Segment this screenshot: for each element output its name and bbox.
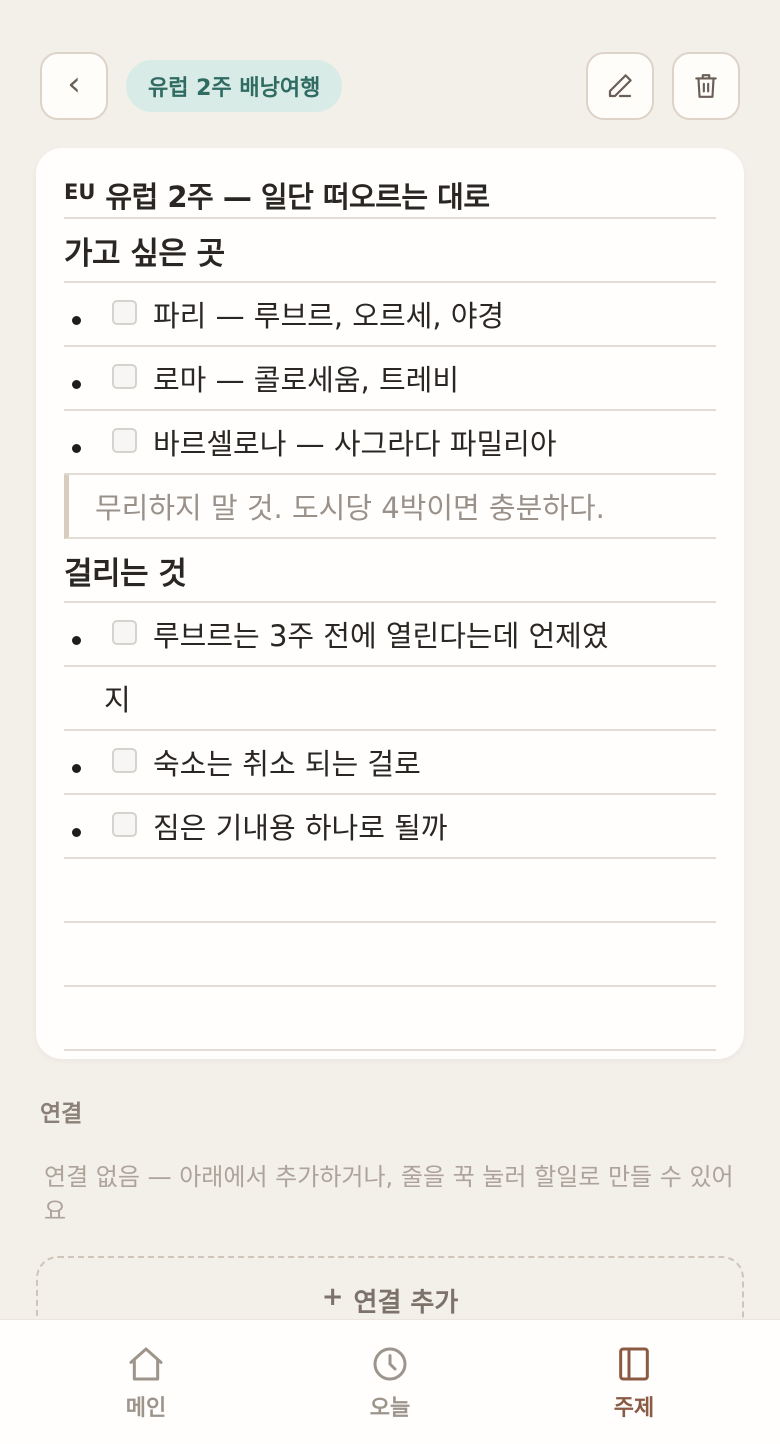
checkbox[interactable]: [112, 428, 137, 453]
chevron-left-icon: ‹: [67, 64, 81, 104]
home-icon: [129, 1347, 163, 1381]
topic-chip[interactable]: 유럽 2주 배낭여행: [126, 60, 343, 112]
delete-button[interactable]: [672, 52, 740, 120]
title-badge: EU: [64, 180, 96, 204]
bullet-icon: [72, 764, 81, 773]
empty-line[interactable]: [64, 923, 716, 987]
section-heading-row[interactable]: 걸리는 것: [64, 539, 716, 603]
bottom-nav: 메인 오늘 주제: [0, 1319, 780, 1444]
links-empty-text: 연결 없음 — 아래에서 추가하거나, 줄을 꾹 눌러 할일로 만들 수 있어요: [44, 1163, 734, 1225]
empty-line[interactable]: [64, 859, 716, 923]
checklist-item-continuation[interactable]: 지: [64, 667, 716, 731]
links-label: 연결: [40, 1101, 83, 1127]
trash-icon: [695, 74, 717, 98]
checklist-item-text: 짐은 기내용 하나로 될까: [153, 811, 448, 845]
checkbox[interactable]: [112, 812, 137, 837]
nav-item-label: 메인: [125, 1396, 167, 1421]
nav-item-label: 오늘: [369, 1396, 411, 1421]
section-heading: 가고 싶은 곳: [64, 235, 225, 272]
bullet-icon: [72, 316, 81, 325]
nav-item-main[interactable]: 메인: [86, 1344, 206, 1422]
nav-item-label: 주제: [613, 1396, 655, 1421]
checklist-item[interactable]: 숙소는 취소 되는 걸로: [64, 731, 716, 795]
checkbox[interactable]: [112, 748, 137, 773]
empty-line[interactable]: [64, 987, 716, 1051]
checklist-item-text: 로마 — 콜로세움, 트레비: [153, 363, 459, 397]
note-card[interactable]: EU 유럽 2주 — 일단 떠오르는 대로 가고 싶은 곳 파리 — 루브르, …: [36, 148, 744, 1059]
checkbox[interactable]: [112, 300, 137, 325]
section-heading-row[interactable]: 가고 싶은 곳: [64, 219, 716, 283]
checklist-item[interactable]: 바르셀로나 — 사그라다 파밀리아: [64, 411, 716, 475]
pencil-icon: [608, 74, 632, 98]
note-lines: EU 유럽 2주 — 일단 떠오르는 대로 가고 싶은 곳 파리 — 루브르, …: [64, 174, 716, 1051]
bullet-icon: [72, 380, 81, 389]
quote-text: 무리하지 말 것. 도시당 4박이면 충분하다.: [95, 491, 605, 525]
bullet-icon: [72, 636, 81, 645]
checklist-item-text: 바르셀로나 — 사그라다 파밀리아: [153, 427, 557, 461]
note-title: 유럽 2주 — 일단 떠오르는 대로: [105, 180, 490, 214]
checkbox[interactable]: [112, 620, 137, 645]
checklist-item-text: 숙소는 취소 되는 걸로: [153, 747, 421, 781]
checklist-item[interactable]: 로마 — 콜로세움, 트레비: [64, 347, 716, 411]
note-title-row[interactable]: EU 유럽 2주 — 일단 떠오르는 대로: [64, 174, 716, 219]
notebook-icon: [619, 1347, 649, 1381]
quote-row[interactable]: 무리하지 말 것. 도시당 4박이면 충분하다.: [64, 475, 716, 539]
checklist-item[interactable]: 짐은 기내용 하나로 될까: [64, 795, 716, 859]
clock-icon: [373, 1347, 407, 1381]
checklist-item-text: 루브르는 3주 전에 열린다는데 언제였: [153, 619, 609, 653]
checklist-item-text: 파리 — 루브르, 오르세, 야경: [153, 299, 505, 333]
checkbox[interactable]: [112, 364, 137, 389]
back-button[interactable]: ‹: [40, 52, 108, 120]
nav-item-today[interactable]: 오늘: [330, 1344, 450, 1422]
bullet-icon: [72, 444, 81, 453]
section-heading: 걸리는 것: [64, 555, 187, 592]
checklist-item[interactable]: 루브르는 3주 전에 열린다는데 언제였: [64, 603, 716, 667]
edit-button[interactable]: [586, 52, 654, 120]
checklist-item-text-wrap: 지: [104, 683, 131, 717]
bullet-icon: [72, 828, 81, 837]
checklist-item[interactable]: 파리 — 루브르, 오르세, 야경: [64, 283, 716, 347]
nav-item-topic[interactable]: 주제: [574, 1344, 694, 1422]
